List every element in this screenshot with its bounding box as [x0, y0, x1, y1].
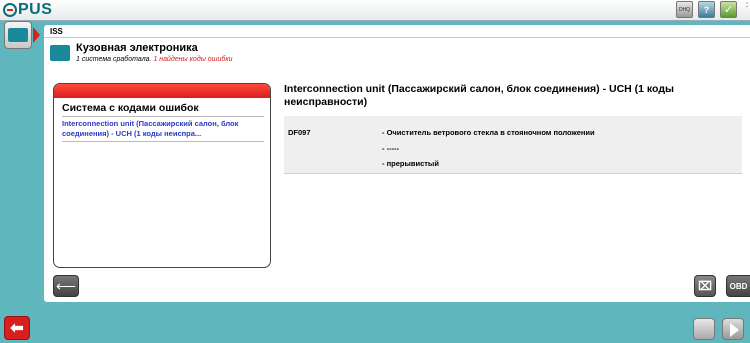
- clear-codes-button[interactable]: ⌧: [694, 275, 716, 297]
- list-item[interactable]: Interconnection unit (Пассажирский салон…: [62, 116, 264, 142]
- obd-button[interactable]: OBD: [726, 275, 750, 297]
- systems-panel: Система с кодами ошибок Interconnection …: [53, 83, 271, 268]
- fault-status: - -----: [382, 144, 400, 153]
- fault-type: - прерывистый: [382, 159, 439, 168]
- back-arrow-icon: ⟵: [55, 277, 77, 294]
- body-electronics-icon: [50, 45, 70, 61]
- systems-count-text: 1 система сработала.: [76, 56, 152, 63]
- back-arrow-icon: ⬅: [10, 320, 24, 337]
- check-icon: ✓: [723, 4, 734, 16]
- exit-button[interactable]: ⬅: [4, 316, 30, 340]
- fault-code-row[interactable]: DF097 - Очиститель ветрового стекла в ст…: [284, 116, 742, 174]
- logo-text: PUS: [18, 1, 53, 18]
- obd-label: OBD: [729, 281, 748, 291]
- active-indicator-icon: [33, 27, 40, 43]
- top-toolbar: PUS DHQ ? ✓ ⋮: [0, 0, 750, 21]
- main-panel: ISS Кузовная электроника 1 система срабо…: [44, 25, 750, 302]
- dhq-button[interactable]: DHQ: [676, 1, 693, 18]
- logo-icon: [3, 3, 17, 17]
- fault-code: DF097: [288, 128, 311, 137]
- fault-description: - Очиститель ветрового стекла в стояночн…: [382, 128, 595, 137]
- page-title: Кузовная электроника: [76, 42, 198, 54]
- clear-codes-icon: ⌧: [698, 279, 712, 293]
- left-sidebar: [0, 21, 38, 343]
- tab-iss[interactable]: ISS: [50, 27, 63, 36]
- ecu-nav-button[interactable]: [4, 21, 32, 49]
- confirm-button[interactable]: ✓: [720, 1, 737, 18]
- app-logo: PUS: [3, 1, 52, 19]
- dhq-label: DHQ: [678, 6, 691, 13]
- print-button[interactable]: [693, 318, 715, 340]
- back-button[interactable]: ⟵: [53, 275, 79, 297]
- ecu-icon: [8, 28, 28, 42]
- error-count-text: 1 найдены коды ошибки: [153, 56, 233, 63]
- more-icon[interactable]: ⋮: [742, 0, 750, 18]
- panel-title: Система с кодами ошибок: [62, 102, 199, 114]
- next-button[interactable]: [722, 318, 744, 340]
- status-summary: 1 система сработала. 1 найдены коды ошиб…: [76, 56, 233, 63]
- help-icon: ?: [703, 4, 710, 15]
- detail-title: Interconnection unit (Пассажирский салон…: [284, 83, 674, 108]
- section-header: Кузовная электроника 1 система сработала…: [44, 37, 750, 64]
- panel-header-bar: [54, 84, 270, 98]
- help-button[interactable]: ?: [698, 1, 715, 18]
